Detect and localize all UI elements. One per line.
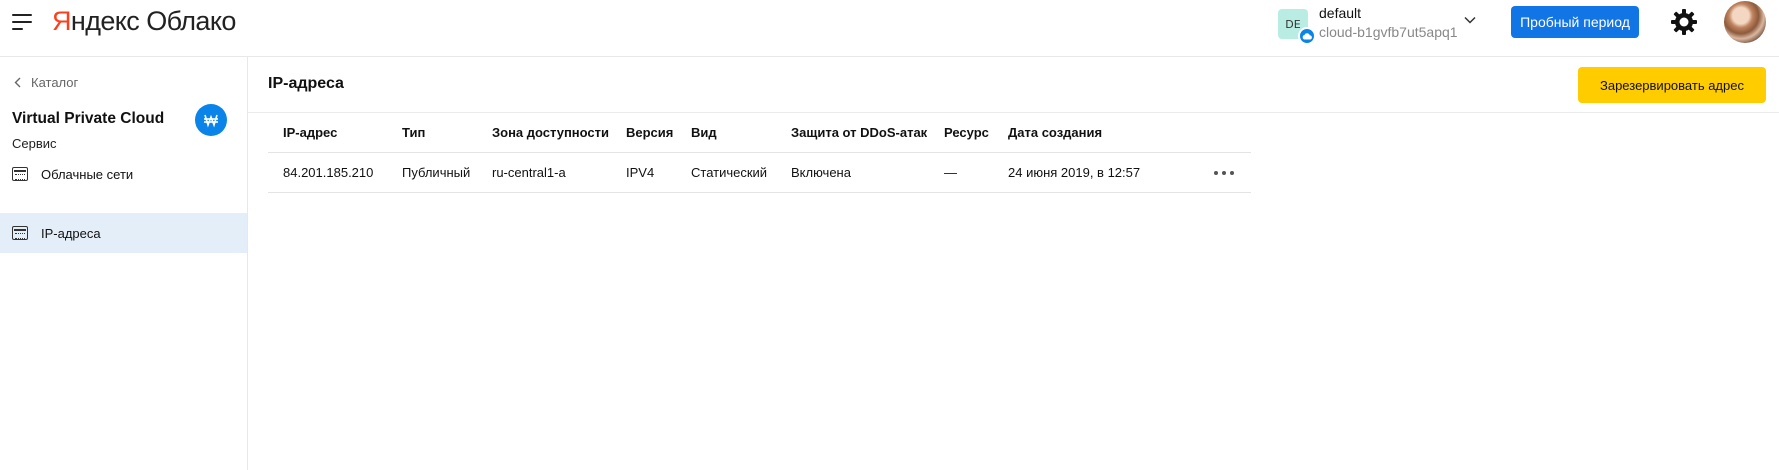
vpc-network-icon bbox=[195, 104, 227, 136]
chevron-left-icon bbox=[14, 77, 21, 88]
catalog-back-label: Каталог bbox=[31, 75, 79, 90]
cloud-icon bbox=[1298, 27, 1316, 45]
column-header-version[interactable]: Версия bbox=[626, 125, 673, 140]
cell-kind: Статический bbox=[691, 165, 768, 180]
cell-version: IPV4 bbox=[626, 165, 655, 180]
trial-period-button[interactable]: Пробный период bbox=[1511, 6, 1639, 38]
cloud-name: default bbox=[1319, 5, 1362, 21]
cell-ddos: Включена bbox=[791, 165, 851, 180]
chevron-down-icon bbox=[1464, 16, 1476, 24]
column-header-ddos[interactable]: Защита от DDoS-атак bbox=[791, 125, 927, 140]
network-table-icon bbox=[12, 167, 28, 181]
column-header-kind[interactable]: Вид bbox=[691, 125, 717, 140]
yandex-cloud-logo[interactable]: Яндекс Облако bbox=[52, 6, 236, 40]
cell-type: Публичный bbox=[402, 165, 471, 180]
page-title: IP-адреса bbox=[268, 75, 344, 92]
column-header-resource[interactable]: Ресурс bbox=[944, 125, 989, 140]
cell-created: 24 июня 2019, в 12:57 bbox=[1008, 165, 1141, 180]
logo-product: Облако bbox=[146, 6, 236, 36]
sidebar-item-label: Облачные сети bbox=[41, 166, 134, 182]
cell-ip: 84.201.185.210 bbox=[283, 165, 374, 180]
hamburger-menu-icon[interactable] bbox=[12, 14, 32, 30]
top-header: Яндекс Облако DE default cloud-b1gvfb7ut5… bbox=[0, 0, 1779, 57]
gear-icon[interactable] bbox=[1669, 7, 1699, 37]
cloud-switcher[interactable]: DE default cloud-b1gvfb7ut5apq1 bbox=[1274, 3, 1484, 47]
ip-table-icon bbox=[12, 226, 28, 240]
cell-zone: ru-central1-a bbox=[492, 165, 566, 180]
sidebar-item-cloud-networks[interactable]: Облачные сети bbox=[0, 154, 247, 194]
row-more-actions-icon[interactable] bbox=[1212, 165, 1236, 181]
catalog-back-link[interactable]: Каталог bbox=[14, 75, 78, 90]
column-header-zone[interactable]: Зона доступности bbox=[492, 125, 609, 140]
ip-addresses-table: IP-адрес Тип Зона доступности Версия Вид… bbox=[268, 113, 1251, 193]
cell-resource: — bbox=[944, 165, 957, 180]
column-header-created[interactable]: Дата создания bbox=[1008, 125, 1102, 140]
service-title: Virtual Private Cloud bbox=[12, 110, 165, 127]
reserve-address-button[interactable]: Зарезервировать адрес bbox=[1578, 67, 1766, 103]
table-row[interactable]: 84.201.185.210 Публичный ru-central1-a I… bbox=[268, 153, 1251, 193]
user-avatar[interactable] bbox=[1724, 1, 1766, 43]
column-header-ip[interactable]: IP-адрес bbox=[283, 125, 337, 140]
logo-brand-first: Я bbox=[52, 6, 72, 36]
sidebar-item-label: IP-адреса bbox=[41, 225, 101, 241]
cloud-id: cloud-b1gvfb7ut5apq1 bbox=[1319, 24, 1458, 40]
table-header-row: IP-адрес Тип Зона доступности Версия Вид… bbox=[268, 113, 1251, 153]
column-header-type[interactable]: Тип bbox=[402, 125, 425, 140]
logo-brand-rest: ндекс bbox=[70, 6, 140, 36]
sidebar: Каталог Virtual Private Cloud Сервис Обл… bbox=[0, 57, 248, 470]
sidebar-item-ip-addresses[interactable]: IP-адреса bbox=[0, 213, 247, 253]
service-subtitle: Сервис bbox=[12, 136, 57, 151]
